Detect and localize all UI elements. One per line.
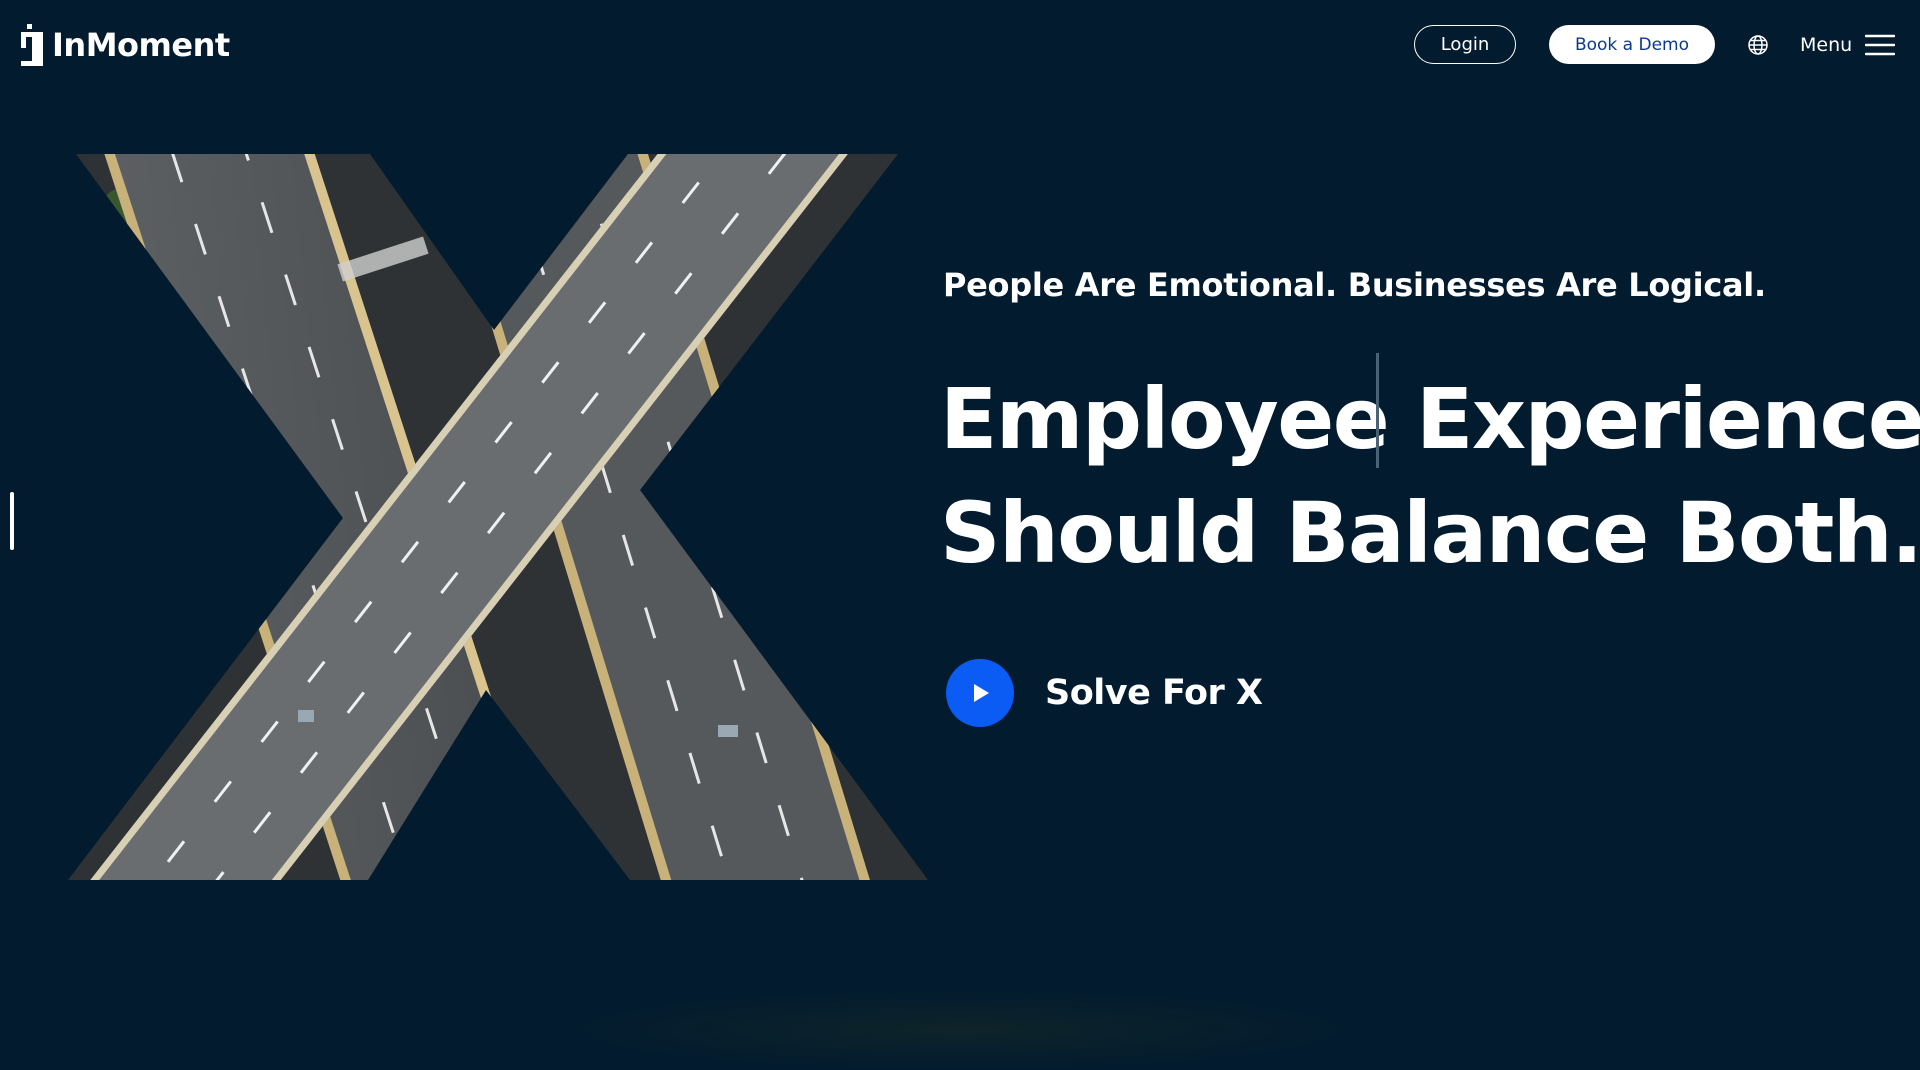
login-button[interactable]: Login — [1414, 25, 1516, 64]
headline-line-2: Should Balance Both. — [940, 484, 1920, 582]
brand-name: InMoment — [52, 26, 230, 64]
play-button[interactable] — [946, 659, 1014, 727]
logo-mark-icon — [21, 24, 43, 66]
solve-for-x-cta[interactable]: Solve For X — [946, 659, 1263, 727]
headline-line-1: Employee Experience — [940, 370, 1920, 468]
typing-caret — [1376, 353, 1379, 468]
slide-indicator[interactable] — [10, 492, 14, 550]
bottom-shadow — [560, 990, 1360, 1070]
book-demo-button[interactable]: Book a Demo — [1549, 25, 1715, 64]
inmoment-logo[interactable]: InMoment — [21, 24, 230, 66]
hamburger-icon — [1865, 34, 1896, 56]
site-header: InMoment Login Book a Demo Menu — [0, 0, 1920, 90]
menu-label: Menu — [1800, 34, 1853, 56]
hero-headline: Employee Experience Should Balance Both. — [940, 362, 1920, 590]
play-icon — [974, 684, 989, 702]
hero-eyebrow: People Are Emotional. Businesses Are Log… — [943, 266, 1766, 304]
menu-button[interactable]: Menu — [1800, 28, 1896, 62]
solve-for-x-label: Solve For X — [1045, 673, 1263, 713]
x-highway-graphic — [68, 154, 928, 880]
globe-icon[interactable] — [1747, 34, 1769, 56]
